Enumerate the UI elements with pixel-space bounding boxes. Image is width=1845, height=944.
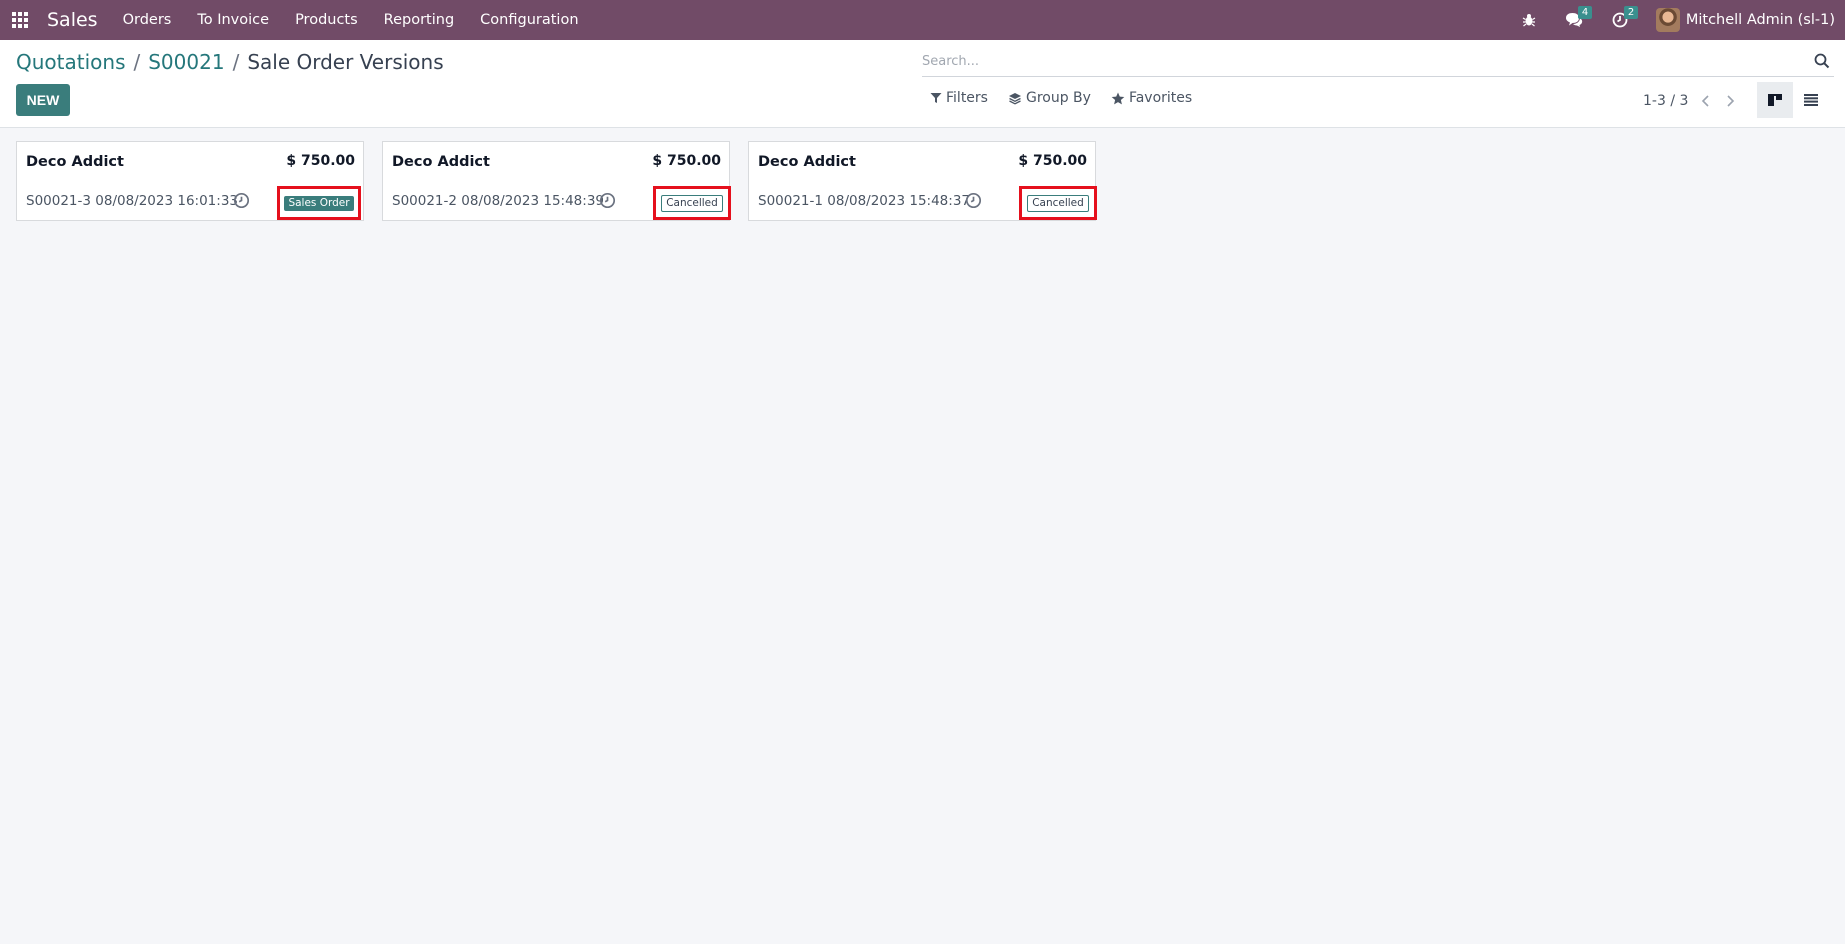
messages-button[interactable]: 4	[1552, 0, 1596, 40]
pager-next-button[interactable]	[1718, 91, 1742, 111]
kanban-card[interactable]: Deco Addict $ 750.00 S00021-3 08/08/2023…	[16, 141, 364, 221]
activities-count-badge: 2	[1623, 6, 1639, 19]
kanban-view-button[interactable]	[1757, 82, 1793, 118]
menu-reporting[interactable]: Reporting	[371, 0, 468, 40]
breadcrumb-order[interactable]: S00021	[148, 50, 224, 74]
breadcrumb-separator: /	[133, 50, 141, 74]
card-reference: S00021-2 08/08/2023 15:48:39	[392, 193, 604, 209]
status-badge: Cancelled	[1027, 194, 1089, 212]
card-customer: Deco Addict	[392, 154, 490, 170]
debug-bug-icon[interactable]	[1516, 0, 1542, 40]
filters-button[interactable]: Filters	[930, 90, 988, 106]
card-reference: S00021-3 08/08/2023 16:01:33	[26, 193, 238, 209]
chevron-right-icon	[1727, 95, 1735, 107]
filter-icon	[930, 93, 942, 103]
new-button[interactable]: NEW	[16, 84, 70, 116]
layers-icon	[1008, 92, 1021, 105]
menu-orders[interactable]: Orders	[110, 0, 185, 40]
app-menu-icon[interactable]	[12, 12, 28, 28]
search-input[interactable]	[922, 47, 1782, 75]
status-badge: Cancelled	[661, 194, 723, 212]
group-by-label: Group By	[1025, 90, 1091, 106]
chevron-left-icon	[1702, 95, 1709, 107]
filters-label: Filters	[946, 90, 988, 106]
page-title: Sale Order Versions	[247, 50, 444, 74]
card-customer: Deco Addict	[758, 154, 856, 170]
card-amount: $ 750.00	[1018, 153, 1087, 169]
search-bar	[922, 47, 1834, 77]
menu-to-invoice[interactable]: To Invoice	[184, 0, 282, 40]
activity-clock-icon[interactable]	[233, 192, 250, 209]
activities-button[interactable]: 2	[1600, 0, 1640, 40]
activity-clock-icon[interactable]	[965, 192, 982, 209]
card-amount: $ 750.00	[652, 153, 721, 169]
favorites-button[interactable]: Favorites	[1111, 90, 1192, 106]
messages-count-badge: 4	[1577, 6, 1593, 19]
top-navbar: Sales Orders To Invoice Products Reporti…	[0, 0, 1845, 40]
kanban-card[interactable]: Deco Addict $ 750.00 S00021-2 08/08/2023…	[382, 141, 731, 221]
card-reference: S00021-1 08/08/2023 15:48:37	[758, 193, 970, 209]
menu-products[interactable]: Products	[282, 0, 371, 40]
pager: 1-3 / 3	[1643, 91, 1742, 111]
activity-clock-icon[interactable]	[599, 192, 616, 209]
favorites-label: Favorites	[1128, 90, 1193, 106]
systray: 4 2 Mitchell Admin (sl-1)	[1516, 0, 1845, 40]
list-view-button[interactable]	[1793, 82, 1829, 118]
card-customer: Deco Addict	[26, 154, 124, 170]
user-menu[interactable]: Mitchell Admin (sl-1)	[1655, 8, 1835, 32]
view-switcher	[1757, 82, 1829, 118]
user-name: Mitchell Admin (sl-1)	[1685, 12, 1835, 28]
card-amount: $ 750.00	[286, 153, 355, 169]
menu-configuration[interactable]: Configuration	[467, 0, 591, 40]
group-by-button[interactable]: Group By	[1008, 90, 1091, 106]
star-icon	[1111, 92, 1125, 104]
kanban-card[interactable]: Deco Addict $ 750.00 S00021-1 08/08/2023…	[748, 141, 1097, 221]
status-highlight-box: Cancelled	[653, 186, 731, 220]
status-highlight-box: Cancelled	[1019, 186, 1097, 220]
kanban-icon	[1768, 94, 1782, 106]
pager-value[interactable]: 1-3 / 3	[1643, 93, 1688, 109]
search-icon[interactable]	[1814, 53, 1830, 69]
app-brand[interactable]: Sales	[47, 9, 98, 31]
list-icon	[1804, 94, 1818, 106]
breadcrumb-quotations[interactable]: Quotations	[16, 50, 125, 74]
main-menu: Orders To Invoice Products Reporting Con…	[110, 0, 592, 40]
control-panel: Quotations / S00021 / Sale Order Version…	[0, 40, 1845, 128]
status-badge: Sales Order	[284, 195, 354, 211]
pager-previous-button[interactable]	[1694, 91, 1718, 111]
avatar	[1655, 8, 1680, 32]
breadcrumb-separator: /	[232, 50, 240, 74]
breadcrumb: Quotations / S00021 / Sale Order Version…	[16, 50, 444, 74]
bug-icon	[1522, 14, 1536, 27]
kanban-view: Deco Addict $ 750.00 S00021-3 08/08/2023…	[16, 141, 1114, 221]
status-highlight-box: Sales Order	[277, 186, 361, 220]
search-options: Filters Group By Favorites	[930, 90, 1212, 106]
